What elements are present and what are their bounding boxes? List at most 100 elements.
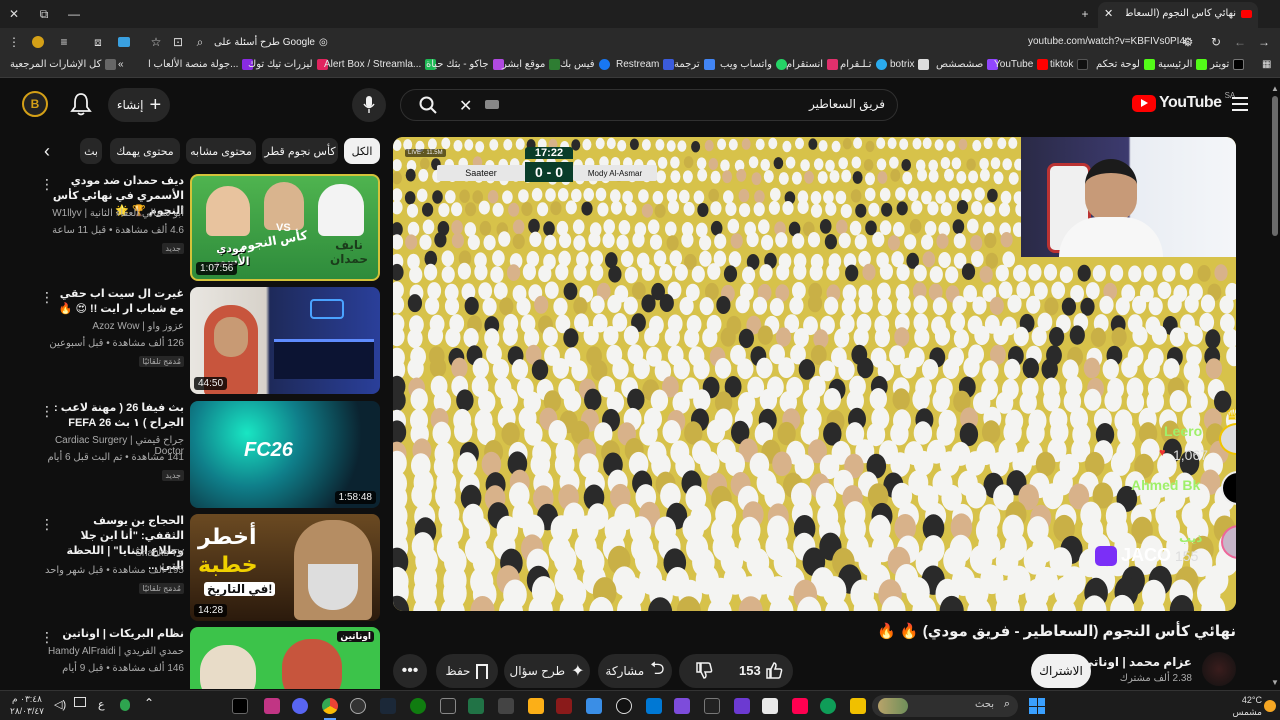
- video-title[interactable]: بث فيفا 26 ( مهنة لاعب : الجراح ) ١ بث F…: [52, 401, 184, 431]
- recommended-video-item[interactable]: ⋮ الحجاج بن يوسف الثقفي: "أنا ابن جلا وط…: [30, 514, 382, 622]
- channel-name[interactable]: أبو شمالي العفاء الثانية | W1llyv: [44, 208, 184, 219]
- weather-widget[interactable]: 42°C مشمس: [1222, 694, 1262, 718]
- bookmark-item[interactable]: فيس بك: [560, 59, 610, 70]
- epic-games-icon[interactable]: [440, 698, 456, 714]
- bookmark-item[interactable]: tiktok: [1050, 59, 1089, 70]
- channel-name[interactable]: عزوز واو | Azoz Wow: [44, 321, 184, 332]
- guide-menu-icon[interactable]: [1232, 97, 1248, 111]
- like-button[interactable]: [765, 661, 783, 679]
- tune-icon[interactable]: ⚙: [1178, 32, 1198, 52]
- bookmark-item[interactable]: لوحة تحكم: [1096, 59, 1155, 70]
- search-button[interactable]: [401, 89, 455, 121]
- taskbar-app-icon[interactable]: [586, 698, 602, 714]
- video-thumbnail[interactable]: 44:50: [190, 287, 380, 394]
- taskbar-app-icon[interactable]: [734, 698, 750, 714]
- bookmark-star-icon[interactable]: ☆: [146, 32, 166, 52]
- edge-icon[interactable]: [820, 698, 836, 714]
- share-button[interactable]: مشاركة ⮌: [598, 654, 672, 688]
- clear-search-icon[interactable]: ✕: [459, 96, 472, 116]
- language-indicator[interactable]: ع: [98, 698, 105, 711]
- dislike-button[interactable]: [695, 662, 713, 683]
- browser-menu-icon[interactable]: ⋮: [4, 32, 24, 52]
- cast-icon[interactable]: [118, 37, 130, 47]
- outlook-icon[interactable]: [646, 698, 662, 714]
- bookmark-item[interactable]: انستقرام: [786, 59, 839, 70]
- maximize-icon[interactable]: ⧉: [34, 4, 54, 24]
- subscribe-button[interactable]: الاشتراك: [1031, 654, 1091, 688]
- search-input[interactable]: فريق السعاطير: [809, 97, 885, 111]
- discord-icon[interactable]: [292, 698, 308, 714]
- bookmark-item[interactable]: جاكو - بثك حياة: [426, 59, 504, 70]
- obs-icon[interactable]: [350, 698, 366, 714]
- channel-name[interactable]: حمدي الفريدي | Hamdy AlFraidi: [44, 646, 184, 657]
- extensions-puzzle-icon[interactable]: ⧈: [88, 32, 108, 52]
- voice-search-button[interactable]: [352, 88, 386, 122]
- video-title[interactable]: نظام البريكات | اوناتين: [52, 627, 184, 642]
- more-actions-button[interactable]: •••: [393, 654, 427, 688]
- taskbar-app-icon[interactable]: [232, 698, 248, 714]
- close-tab-icon[interactable]: ✕: [1104, 7, 1113, 20]
- chips-prev-icon[interactable]: ‹: [44, 141, 50, 162]
- video-thumbnail[interactable]: FC26 1:58:48: [190, 401, 380, 508]
- minimize-icon[interactable]: —: [64, 4, 84, 24]
- windows-start-icon[interactable]: [1029, 698, 1045, 714]
- taskbar-app-icon[interactable]: [498, 698, 514, 714]
- steam-icon[interactable]: [380, 698, 396, 714]
- reading-list-icon[interactable]: ≡: [54, 32, 74, 52]
- youtube-logo[interactable]: YouTube SA: [1132, 91, 1235, 112]
- bookmark-item[interactable]: تويتر: [1210, 59, 1245, 70]
- taskbar-app-icon[interactable]: [264, 698, 280, 714]
- video-thumbnail[interactable]: أخطر خطبة في التاريخ! 14:28: [190, 514, 380, 621]
- notepad-icon[interactable]: [762, 698, 778, 714]
- notifications-bell-icon[interactable]: [70, 92, 92, 121]
- bookmark-overflow[interactable]: «: [118, 59, 124, 70]
- video-title[interactable]: غيرت ال سيت اب حقي مع شباب ار ايت !! 😍 🔥: [52, 287, 184, 317]
- rockstar-icon[interactable]: [528, 698, 544, 714]
- bookmarks-folder-icon[interactable]: ▦: [1262, 59, 1271, 70]
- recommended-video-item[interactable]: ⋮ نظام البريكات | اوناتين حمدي الفريدي |…: [30, 627, 382, 689]
- bookmark-item[interactable]: Alert Box / Streamla...: [324, 59, 437, 70]
- channel-name[interactable]: Shanks TV: [44, 548, 184, 559]
- chrome-icon[interactable]: [322, 698, 338, 714]
- video-thumbnail[interactable]: اوناتين: [190, 627, 380, 689]
- chip-related[interactable]: محتوى مشابه: [186, 138, 256, 164]
- tray-green-icon[interactable]: [120, 699, 130, 711]
- channel-name-main[interactable]: عزام محمد | اوناتي: [1082, 655, 1192, 669]
- search-box[interactable]: ✕ فريق السعاطير: [400, 89, 898, 121]
- bookmark-all[interactable]: كل الإشارات المرجعية: [10, 59, 117, 70]
- bookmark-item[interactable]: موقع ابشر: [502, 59, 561, 70]
- scroll-up-arrow-icon[interactable]: ▲: [1271, 84, 1279, 93]
- network-icon[interactable]: [74, 697, 86, 707]
- back-icon[interactable]: →: [1254, 32, 1274, 52]
- bookmark-item[interactable]: الرئيسية: [1158, 59, 1208, 70]
- ask-google-chip[interactable]: طرح أسئلة على Google ◎: [214, 33, 328, 51]
- extension-icon[interactable]: [32, 36, 44, 48]
- xbox-icon[interactable]: [410, 698, 426, 714]
- taskbar-search-box[interactable]: بحث ⌕: [872, 695, 1018, 717]
- taskbar-app-icon[interactable]: [674, 698, 690, 714]
- recommended-video-item[interactable]: ⋮ بث فيفا 26 ( مهنة لاعب : الجراح ) ١ بث…: [30, 401, 382, 509]
- taskbar-app-icon[interactable]: [704, 698, 720, 714]
- account-avatar[interactable]: B: [22, 91, 48, 117]
- bookmark-item[interactable]: ليزرات تيك توك: [248, 59, 328, 70]
- new-tab-icon[interactable]: +: [1075, 4, 1095, 24]
- save-button[interactable]: حفظ: [436, 654, 498, 688]
- scroll-down-arrow-icon[interactable]: ▼: [1271, 678, 1279, 687]
- bookmark-item[interactable]: ترجمة: [674, 59, 715, 70]
- keyboard-icon[interactable]: [485, 100, 499, 109]
- forward-icon[interactable]: ←: [1230, 32, 1250, 52]
- bookmark-item[interactable]: YouTube: [994, 59, 1049, 70]
- channel-avatar[interactable]: [1202, 652, 1236, 686]
- capcut-icon[interactable]: [616, 698, 632, 714]
- taskbar-app-icon[interactable]: [556, 698, 572, 714]
- recommended-video-item[interactable]: ⋮ غيرت ال سيت اب حقي مع شباب ار ايت !! 😍…: [30, 287, 382, 395]
- page-scrollbar[interactable]: [1272, 96, 1278, 236]
- video-player[interactable]: LIVE · 11.5M 17:22 Saateer 0 - 0 Mody Al…: [393, 137, 1236, 611]
- video-thumbnail[interactable]: VS كأس النجوم مودي الأسمر نايف حمدان 1:0…: [190, 174, 380, 281]
- bookmark-item[interactable]: Restream: [616, 59, 675, 70]
- chip-all[interactable]: الكل: [344, 138, 380, 164]
- chip-stars-cup[interactable]: كأس نجوم قطر: [262, 138, 338, 164]
- bookmark-item[interactable]: botrix: [890, 59, 930, 70]
- file-explorer-icon[interactable]: [850, 698, 866, 714]
- active-tab[interactable]: ✕ نهائي كأس النجوم (السعاطير - فر: [1098, 2, 1258, 28]
